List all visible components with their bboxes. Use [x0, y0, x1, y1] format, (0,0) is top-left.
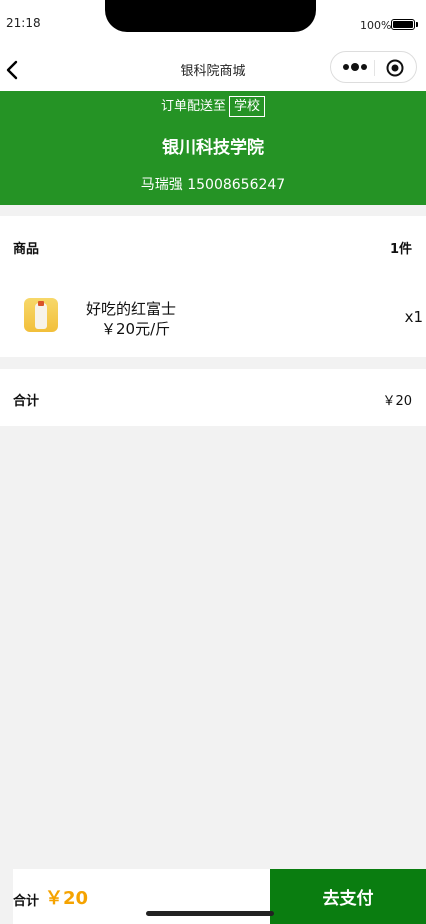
goods-count: 1件 [389, 242, 412, 257]
battery-percentage: 100% [360, 19, 392, 32]
address-type-tag: 学校 [229, 96, 266, 117]
checkout-total-amount: ￥20 [45, 888, 89, 909]
delivery-prefix: 订单配送至 [160, 99, 226, 114]
address-name: 银川科技学院 [162, 138, 264, 158]
total-label: 合计 [13, 394, 40, 409]
goods-header-label: 商品 [13, 242, 40, 257]
capsule-divider [374, 60, 375, 76]
product-image [24, 298, 58, 332]
status-time: 21:18 [6, 16, 41, 30]
total-value: ￥20 [382, 394, 412, 409]
battery-icon [391, 19, 418, 30]
goods-card: 商品 1件 好吃的红富士 ￥20元/斤 x1 [0, 216, 426, 357]
checkout-total-label: 合计 [13, 894, 40, 909]
mini-program-capsule [330, 51, 417, 83]
close-mini-program-icon[interactable] [386, 59, 404, 77]
status-bar: 21:18 100% [0, 0, 426, 46]
delivery-destination: 订单配送至 学校 [0, 95, 426, 117]
navigation-bar: 银科院商城 [0, 46, 426, 91]
product-quantity: x1 [404, 308, 423, 326]
pay-button[interactable]: 去支付 [270, 869, 426, 924]
delivery-address-banner[interactable]: 订单配送至 学校 银川科技学院 马瑞强 15008656247 [0, 91, 426, 205]
home-indicator[interactable] [146, 911, 274, 916]
product-price: ￥20元/斤 [101, 320, 171, 338]
contact-info: 马瑞强 15008656247 [140, 177, 286, 193]
order-total-card: 合计 ￥20 [0, 369, 426, 426]
product-name: 好吃的红富士 [86, 300, 177, 318]
camera-notch [105, 0, 316, 32]
more-options-icon[interactable] [342, 61, 368, 73]
